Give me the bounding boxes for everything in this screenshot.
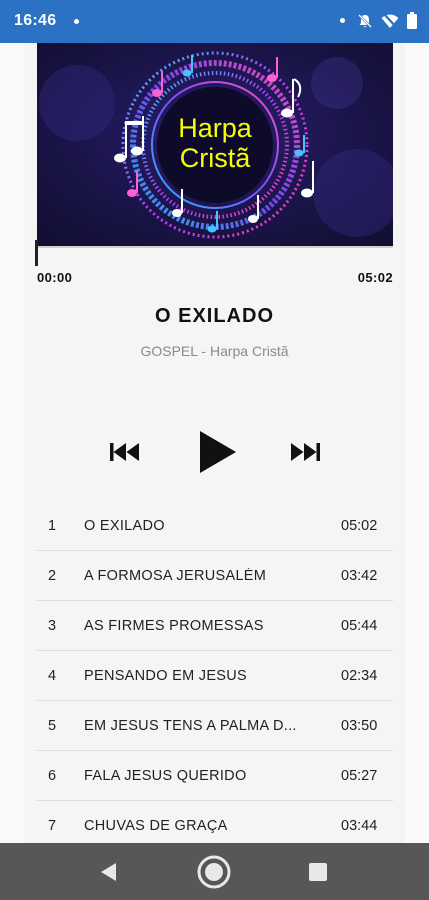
skip-next-icon xyxy=(291,443,320,461)
playlist-row[interactable]: 2 A FORMOSA JERUSALÉM 03:42 xyxy=(37,551,393,601)
nav-recents-button[interactable] xyxy=(288,843,348,900)
status-icons xyxy=(340,12,417,29)
mute-icon xyxy=(358,13,372,28)
notification-dot-icon xyxy=(74,19,79,24)
nav-home-button[interactable] xyxy=(184,843,244,900)
track-name: FALA JESUS QUERIDO xyxy=(84,767,247,784)
track-number: 4 xyxy=(48,667,57,684)
track-name: PENSANDO EM JESUS xyxy=(84,667,248,684)
status-bar: 16:46 xyxy=(0,0,429,43)
progress-track[interactable] xyxy=(37,246,393,248)
home-circle-icon xyxy=(197,855,231,888)
track-name: A FORMOSA JERUSALÉM xyxy=(84,567,267,584)
cover-title-line1: Harpa xyxy=(178,113,252,143)
track-number: 6 xyxy=(48,767,57,784)
track-number: 2 xyxy=(48,567,57,584)
back-triangle-icon xyxy=(101,862,116,881)
track-name: AS FIRMES PROMESSAS xyxy=(84,617,264,634)
playlist-row[interactable]: 4 PENSANDO EM JESUS 02:34 xyxy=(37,651,393,701)
playlist-row[interactable]: 5 EM JESUS TENS A PALMA D... 03:50 xyxy=(37,701,393,751)
track-duration: 02:34 xyxy=(341,667,378,684)
play-icon xyxy=(200,431,236,473)
next-button[interactable] xyxy=(288,440,322,464)
progress-thumb[interactable] xyxy=(35,240,38,266)
album-cover: Harpa Cristã xyxy=(37,43,393,246)
wifi-icon xyxy=(381,12,399,29)
track-number: 7 xyxy=(48,818,57,834)
notification-dot-icon xyxy=(340,18,345,23)
track-number: 1 xyxy=(48,517,57,534)
playlist: 1 O EXILADO 05:02 2 A FORMOSA JERUSALÉM 03:42… xyxy=(37,501,393,851)
track-duration: 05:44 xyxy=(341,617,378,634)
track-duration: 03:50 xyxy=(341,717,378,734)
playlist-row[interactable]: 1 O EXILADO 05:02 xyxy=(37,501,393,551)
status-time: 16:46 xyxy=(14,12,57,29)
track-number: 5 xyxy=(48,717,57,734)
track-duration: 03:42 xyxy=(341,567,378,584)
nav-back-button[interactable] xyxy=(79,843,139,900)
battery-icon xyxy=(407,12,417,29)
track-duration: 03:44 xyxy=(341,818,378,834)
previous-button[interactable] xyxy=(108,440,142,464)
track-number: 3 xyxy=(48,617,57,634)
track-name: EM JESUS TENS A PALMA D... xyxy=(84,717,297,734)
track-duration: 05:27 xyxy=(341,767,378,784)
elapsed-time: 00:00 xyxy=(37,270,73,285)
recents-square-icon xyxy=(309,862,327,881)
track-subtitle: GOSPEL - Harpa Cristã xyxy=(140,343,289,359)
skip-previous-icon xyxy=(110,443,139,461)
track-title: O EXILADO xyxy=(154,305,274,327)
track-name: O EXILADO xyxy=(84,517,165,534)
track-duration: 05:02 xyxy=(341,517,378,534)
play-button[interactable] xyxy=(194,428,242,476)
playlist-row[interactable]: 3 AS FIRMES PROMESSAS 05:44 xyxy=(37,601,393,651)
total-time: 05:02 xyxy=(357,270,393,285)
cover-title-line2: Cristã xyxy=(179,143,251,173)
navigation-bar xyxy=(0,843,429,900)
playlist-row[interactable]: 6 FALA JESUS QUERIDO 05:27 xyxy=(37,751,393,801)
track-name: CHUVAS DE GRAÇA xyxy=(84,818,228,834)
